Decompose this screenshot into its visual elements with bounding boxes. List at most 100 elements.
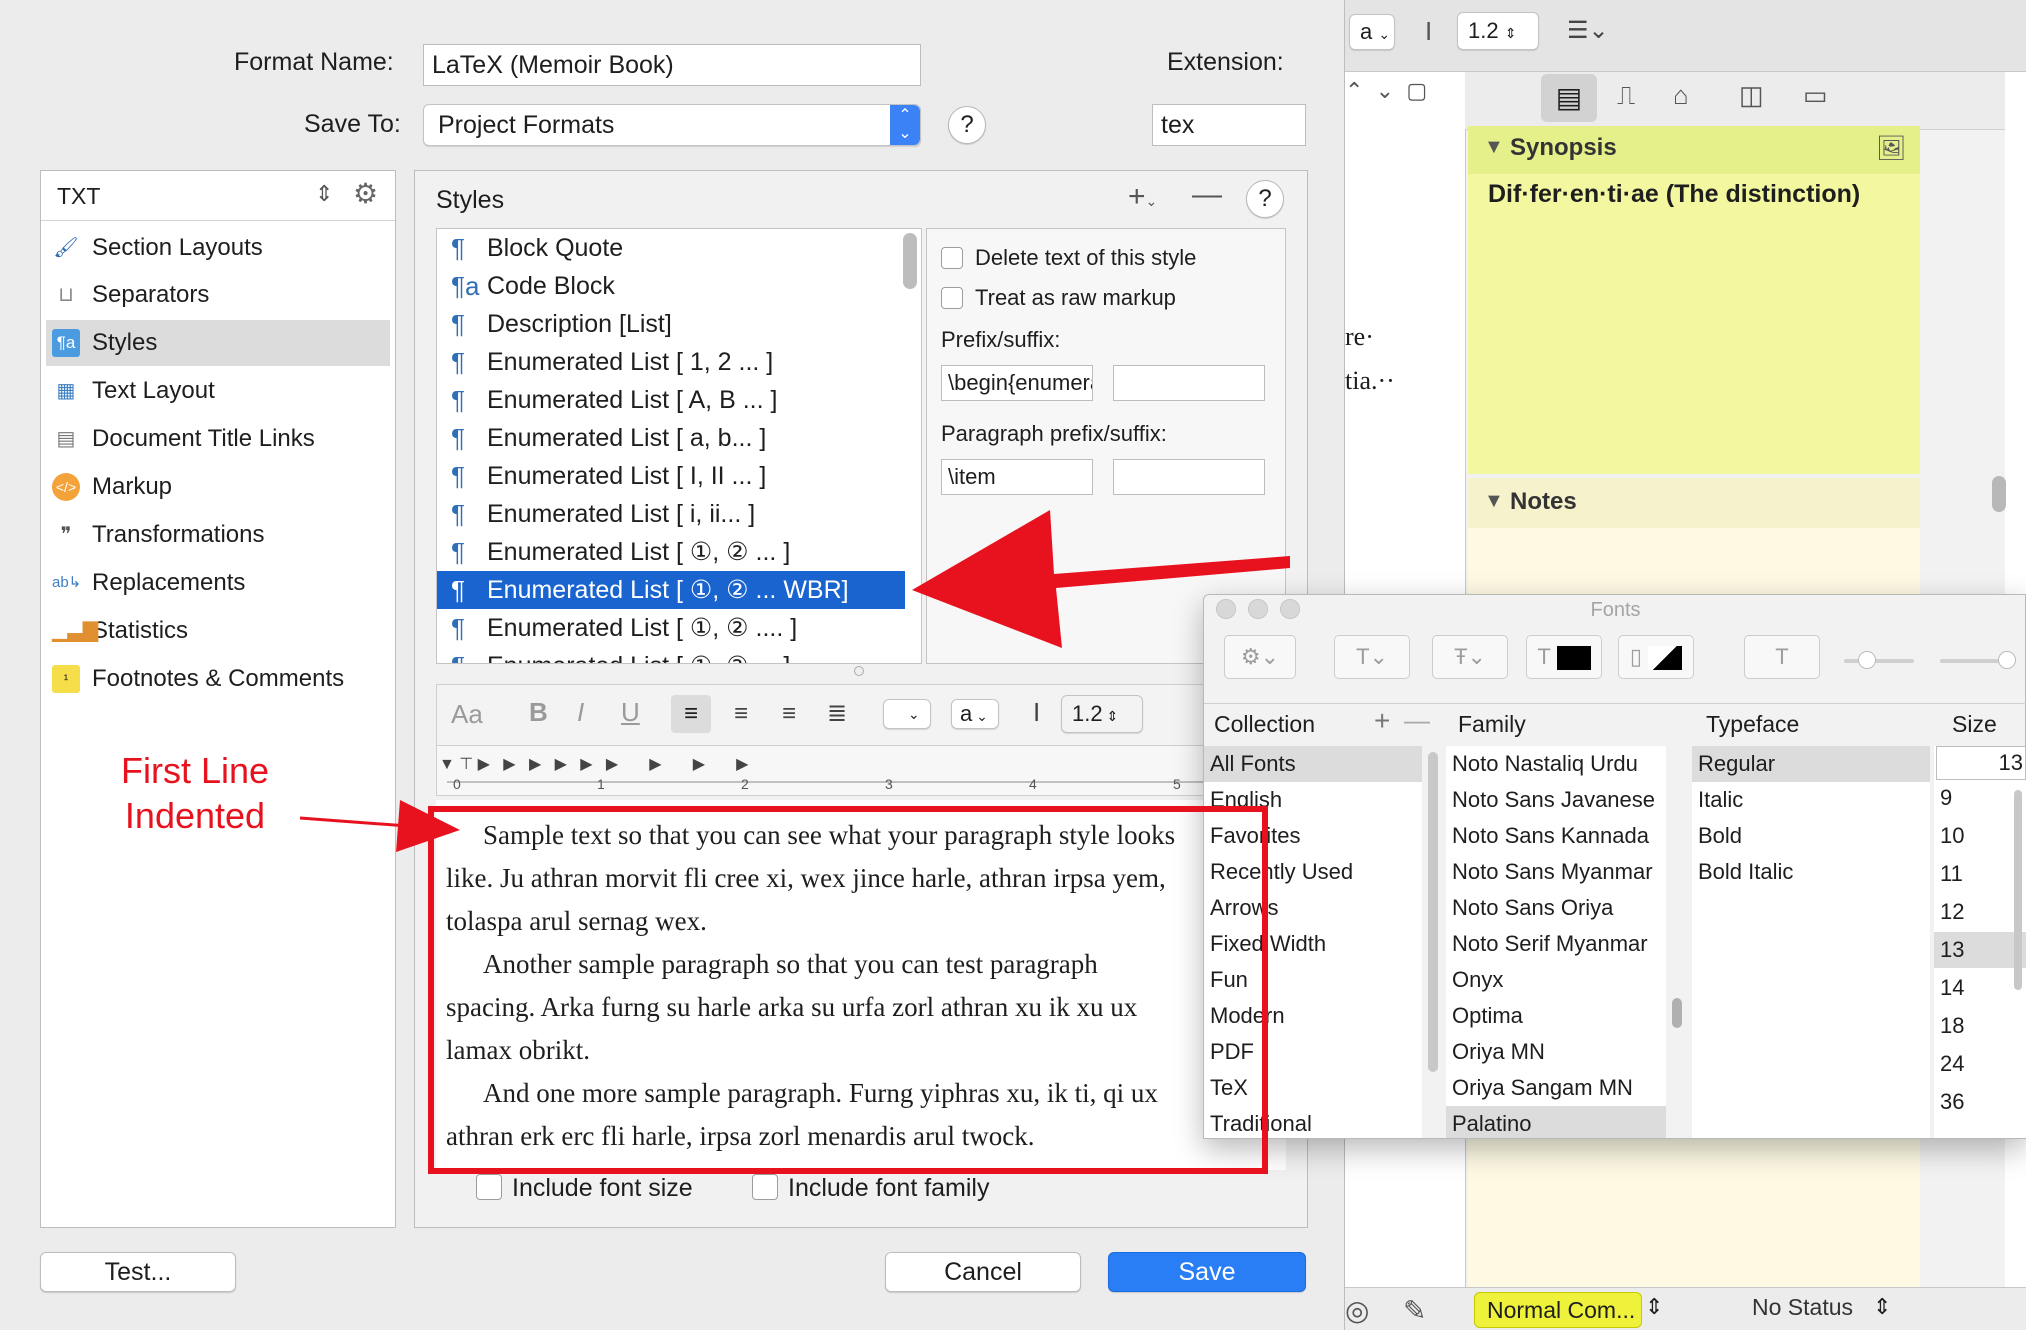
- help-button[interactable]: ?: [1246, 180, 1284, 218]
- font-menu-button[interactable]: Aa: [451, 699, 483, 730]
- bold-button[interactable]: B: [529, 697, 548, 728]
- underline-button[interactable]: U: [621, 697, 640, 728]
- align-center-icon[interactable]: ≡: [723, 695, 759, 733]
- sidebar-item-text-layout[interactable]: ▦ Text Layout: [46, 368, 390, 414]
- gear-icon[interactable]: ⚙⌄: [1224, 635, 1296, 679]
- gear-icon[interactable]: ⚙: [353, 177, 378, 210]
- save-to-popup[interactable]: Project Formats ⌃ ⌄: [423, 104, 921, 146]
- typeface-item[interactable]: Bold: [1692, 818, 1930, 854]
- test-button[interactable]: Test...: [40, 1252, 236, 1292]
- sidebar-item-section-layouts[interactable]: 🖌 Section Layouts: [46, 225, 390, 271]
- family-item[interactable]: Optima: [1446, 998, 1666, 1034]
- synopsis-text-area[interactable]: Dif·fer·en·ti·ae (The distinction): [1468, 174, 1920, 474]
- add-collection-button[interactable]: +: [1374, 705, 1390, 737]
- text-shadow-icon[interactable]: T: [1744, 635, 1820, 679]
- sidebar-item-statistics[interactable]: ▁▃▇ Statistics: [46, 608, 390, 654]
- sidebar-item-separators[interactable]: ⊔ Separators: [46, 272, 390, 318]
- family-item[interactable]: Noto Sans Javanese: [1446, 782, 1666, 818]
- remove-collection-button[interactable]: —: [1404, 705, 1430, 736]
- typeface-item-selected[interactable]: Regular: [1692, 746, 1930, 782]
- family-item[interactable]: Noto Nastaliq Urdu: [1446, 746, 1666, 782]
- scrollbar-thumb[interactable]: [1672, 998, 1682, 1028]
- sidebar-item-markup[interactable]: </> Markup: [46, 464, 390, 510]
- family-item[interactable]: Oriya MN: [1446, 1034, 1666, 1070]
- line-spacing-popup[interactable]: 1.2 ⇕: [1457, 12, 1539, 50]
- include-font-size-checkbox[interactable]: [476, 1174, 502, 1200]
- size-item[interactable]: 9: [1934, 780, 2026, 816]
- delete-text-checkbox[interactable]: [941, 247, 963, 269]
- size-item[interactable]: 12: [1934, 894, 2026, 930]
- family-item[interactable]: Onyx: [1446, 962, 1666, 998]
- sidebar-item-styles[interactable]: ¶a Styles: [46, 320, 390, 366]
- highlight-popup[interactable]: a ⌄: [1349, 14, 1395, 50]
- format-name-field[interactable]: LaTeX (Memoir Book): [423, 44, 921, 86]
- shadow-opacity-slider[interactable]: [1844, 659, 1914, 663]
- family-item[interactable]: Noto Serif Myanmar: [1446, 926, 1666, 962]
- family-item[interactable]: Noto Sans Kannada: [1446, 818, 1666, 854]
- list-item[interactable]: ¶ Enumerated List [ a, b... ]: [437, 419, 905, 457]
- save-button[interactable]: Save: [1108, 1252, 1306, 1292]
- sidebar-item-footnotes-comments[interactable]: ¹ Footnotes & Comments: [46, 656, 390, 702]
- list-item[interactable]: ¶Enumerated List [ ①, ② ... ]: [437, 647, 905, 663]
- size-item[interactable]: 18: [1934, 1008, 2026, 1044]
- list-item[interactable]: ¶ Enumerated List [ A, B ... ]: [437, 381, 905, 419]
- highlight-popup[interactable]: a ⌄: [951, 699, 999, 729]
- size-item[interactable]: 11: [1934, 856, 2026, 892]
- target-icon[interactable]: ◎: [1345, 1294, 1369, 1327]
- family-item[interactable]: Noto Sans Oriya: [1446, 890, 1666, 926]
- sidebar-item-document-title-links[interactable]: ▤ Document Title Links: [46, 416, 390, 462]
- paragraph-suffix-field[interactable]: [1113, 459, 1265, 495]
- image-icon[interactable]: 🖼: [1876, 134, 1906, 163]
- text-color-popup[interactable]: ⌄: [883, 699, 931, 729]
- list-item[interactable]: ¶ Enumerated List [ i, ii... ]: [437, 495, 905, 533]
- align-right-icon[interactable]: ≡: [771, 695, 807, 733]
- extension-field[interactable]: tex: [1152, 104, 1306, 146]
- family-item[interactable]: Oriya Sangam MN: [1446, 1070, 1666, 1106]
- justify-icon[interactable]: ≣: [819, 695, 855, 733]
- suffix-field[interactable]: [1113, 365, 1265, 401]
- add-style-button[interactable]: +⌄: [1128, 180, 1157, 214]
- family-item[interactable]: Noto Sans Myanmar: [1446, 854, 1666, 890]
- help-button[interactable]: ?: [948, 106, 986, 144]
- strikethrough-style-icon[interactable]: Ŧ⌄: [1432, 635, 1508, 679]
- comment-icon[interactable]: ▭: [1803, 80, 1853, 120]
- typeface-item[interactable]: Bold Italic: [1692, 854, 1930, 890]
- scrollbar-thumb[interactable]: [1428, 752, 1438, 1072]
- sidebar-item-replacements[interactable]: ab↳ Replacements: [46, 560, 390, 606]
- list-item[interactable]: ¶ Enumerated List [ ①, ② .... ]: [437, 609, 905, 647]
- list-item[interactable]: ¶a Code Block: [437, 267, 905, 305]
- align-left-icon[interactable]: ≡: [671, 695, 711, 733]
- list-item-selected[interactable]: ¶ Enumerated List [ ①, ② ... WBR]: [437, 571, 905, 609]
- snapshot-icon[interactable]: ◫: [1739, 80, 1779, 120]
- list-item[interactable]: ¶ Block Quote: [437, 229, 905, 267]
- sidebar-item-transformations[interactable]: ❞ Transformations: [46, 512, 390, 558]
- synopsis-header[interactable]: ▼ Synopsis 🖼: [1468, 126, 1920, 174]
- list-item[interactable]: ¶ Enumerated List [ 1, 2 ... ]: [437, 343, 905, 381]
- label-popup[interactable]: Normal Com...: [1474, 1292, 1642, 1328]
- disclosure-triangle-icon[interactable]: ▼: [1484, 136, 1504, 159]
- italic-button[interactable]: I: [577, 697, 584, 728]
- scrollbar-thumb[interactable]: [1992, 476, 2006, 512]
- list-item[interactable]: ¶ Description [List]: [437, 305, 905, 343]
- typeface-item[interactable]: Italic: [1692, 782, 1930, 818]
- status-popup[interactable]: No Status: [1752, 1294, 1853, 1321]
- size-item-selected[interactable]: 13: [1934, 932, 2026, 968]
- list-style-icon[interactable]: ☰⌄: [1567, 16, 1617, 46]
- family-item-selected[interactable]: Palatino: [1446, 1106, 1666, 1138]
- size-field[interactable]: 13: [1936, 746, 2026, 780]
- format-type-popup[interactable]: TXT: [57, 183, 100, 210]
- chevron-updown-icon[interactable]: ⇕: [315, 181, 333, 207]
- size-item[interactable]: 14: [1934, 970, 2026, 1006]
- raw-markup-checkbox[interactable]: [941, 287, 963, 309]
- paragraph-prefix-field[interactable]: \item: [941, 459, 1093, 495]
- underline-style-icon[interactable]: T⌄: [1334, 635, 1410, 679]
- remove-style-button[interactable]: —: [1192, 178, 1222, 212]
- disclosure-triangle-icon[interactable]: ▼: [1484, 490, 1504, 513]
- slider-knob[interactable]: [1998, 651, 2016, 669]
- prefix-field[interactable]: \begin{enumerate}: [941, 365, 1093, 401]
- nav-arrows-icon[interactable]: ⌃ ⌄ ▢: [1345, 78, 1465, 118]
- include-font-family-checkbox[interactable]: [752, 1174, 778, 1200]
- size-item[interactable]: 10: [1934, 818, 2026, 854]
- notes-header[interactable]: ▼ Notes: [1468, 478, 1920, 528]
- document-icon[interactable]: ✎: [1403, 1294, 1426, 1327]
